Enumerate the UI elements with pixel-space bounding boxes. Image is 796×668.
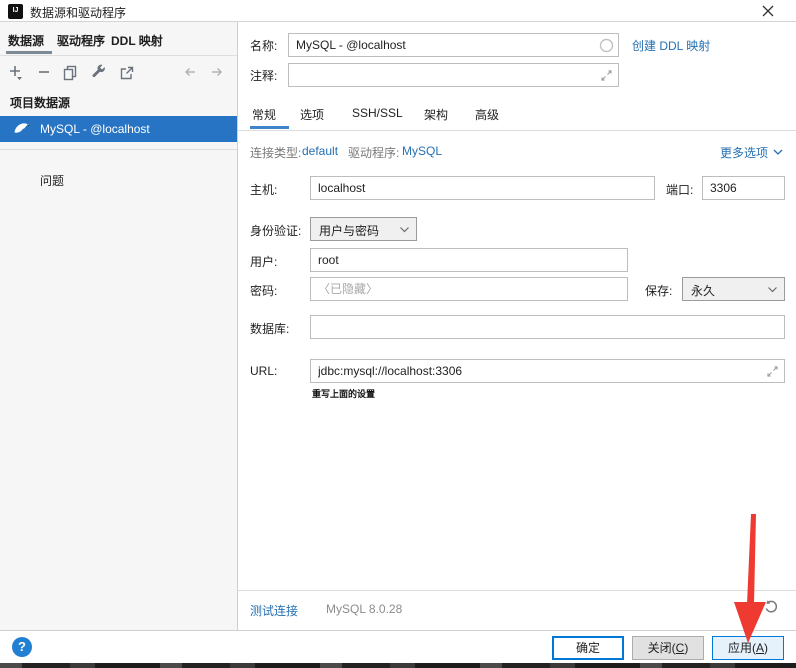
revert-icon[interactable] bbox=[763, 598, 780, 615]
tab-ddl-mappings[interactable]: DDL 映射 bbox=[111, 32, 163, 49]
comment-field-wrap bbox=[288, 63, 619, 87]
url-field-wrap bbox=[310, 359, 785, 383]
close-button-text: 关闭( bbox=[647, 641, 676, 655]
url-override-hint: 重写上面的设置 bbox=[312, 389, 376, 399]
chevron-down-icon bbox=[767, 285, 778, 294]
apply-button[interactable]: 应用(A) bbox=[712, 636, 784, 660]
tab-data-sources[interactable]: 数据源 bbox=[8, 32, 44, 49]
database-input[interactable] bbox=[311, 316, 784, 338]
host-field-wrap bbox=[310, 176, 655, 200]
tree-item-problems[interactable]: 问题 bbox=[40, 172, 64, 189]
port-field-wrap bbox=[702, 176, 785, 200]
driver-value[interactable]: MySQL bbox=[402, 144, 442, 158]
tree-item-mysql-localhost[interactable]: MySQL - @localhost bbox=[0, 116, 237, 142]
chevron-down-icon bbox=[399, 225, 410, 234]
name-field-wrap bbox=[288, 33, 619, 57]
remove-icon[interactable] bbox=[36, 64, 54, 82]
window-title: 数据源和驱动程序 bbox=[30, 6, 127, 20]
authentication-select[interactable]: 用户与密码 bbox=[310, 217, 417, 241]
selected-form-tab-underline bbox=[250, 126, 289, 129]
export-icon[interactable] bbox=[118, 64, 136, 82]
chevron-down-icon[interactable] bbox=[772, 147, 784, 157]
url-label: URL: bbox=[250, 364, 278, 378]
host-input[interactable] bbox=[311, 177, 654, 199]
form-tab-divider bbox=[238, 130, 796, 131]
tab-schemas[interactable]: 架构 bbox=[424, 106, 448, 123]
user-field-wrap bbox=[310, 248, 628, 272]
driver-label: 驱动程序: bbox=[348, 146, 400, 160]
url-input[interactable] bbox=[311, 360, 784, 382]
tab-strip-divider bbox=[0, 55, 237, 56]
tab-general[interactable]: 常规 bbox=[252, 106, 276, 123]
save-select[interactable]: 永久 bbox=[682, 277, 785, 301]
help-icon[interactable]: ? bbox=[12, 637, 32, 657]
loading-circle-icon bbox=[599, 38, 614, 53]
ok-button[interactable]: 确定 bbox=[552, 636, 624, 660]
duplicate-icon[interactable] bbox=[62, 64, 80, 82]
expand-icon[interactable] bbox=[765, 364, 780, 379]
close-button-text: ) bbox=[684, 641, 689, 655]
authentication-value: 用户与密码 bbox=[319, 224, 380, 238]
password-label: 密码: bbox=[250, 284, 278, 298]
selected-tab-underline bbox=[6, 51, 52, 54]
authentication-label: 身份验证: bbox=[250, 224, 302, 238]
tree-item-label: MySQL - @localhost bbox=[40, 122, 150, 136]
host-label: 主机: bbox=[250, 183, 278, 197]
port-input[interactable] bbox=[703, 177, 784, 199]
tab-drivers[interactable]: 驱动程序 bbox=[57, 32, 105, 49]
user-label: 用户: bbox=[250, 255, 278, 269]
driver-version-text: MySQL 8.0.28 bbox=[326, 602, 403, 616]
tree-divider bbox=[0, 149, 237, 150]
close-icon[interactable] bbox=[758, 2, 778, 20]
status-divider bbox=[238, 590, 796, 591]
more-options-link[interactable]: 更多选项 bbox=[720, 144, 768, 161]
apply-button-text: ) bbox=[764, 641, 768, 655]
settings-panel: 名称: 创建 DDL 映射 注释: 常规 选项 SSH/SSL 架构 高级 连接… bbox=[238, 22, 796, 630]
password-field-wrap bbox=[310, 277, 628, 301]
save-value: 永久 bbox=[691, 284, 716, 298]
project-data-sources-header: 项目数据源 bbox=[10, 96, 71, 110]
comment-input[interactable] bbox=[289, 64, 618, 86]
apply-button-text: 应用( bbox=[727, 641, 756, 655]
tab-options[interactable]: 选项 bbox=[300, 106, 324, 123]
database-field-wrap bbox=[310, 315, 785, 339]
forward-arrow-icon[interactable] bbox=[208, 64, 226, 82]
expand-icon[interactable] bbox=[599, 68, 614, 83]
connection-type-value[interactable]: default bbox=[302, 144, 338, 158]
connection-type-label: 连接类型: bbox=[250, 146, 302, 160]
title-bar: IJ 数据源和驱动程序 bbox=[0, 0, 796, 22]
back-arrow-icon[interactable] bbox=[182, 64, 200, 82]
name-input[interactable] bbox=[289, 34, 618, 56]
apply-button-mnemonic: A bbox=[755, 641, 764, 655]
comment-label: 注释: bbox=[250, 69, 278, 83]
left-panel: 数据源 驱动程序 DDL 映射 项目数据源 MySQL - @localhost… bbox=[0, 22, 237, 630]
port-label: 端口: bbox=[666, 183, 694, 197]
user-input[interactable] bbox=[311, 249, 627, 271]
intellij-logo-icon: IJ bbox=[8, 4, 23, 19]
close-button[interactable]: 关闭(C) bbox=[632, 636, 704, 660]
name-label: 名称: bbox=[250, 39, 278, 53]
tab-advanced[interactable]: 高级 bbox=[475, 106, 499, 123]
dialog-footer: ? 确定 关闭(C) 应用(A) bbox=[0, 630, 796, 663]
add-icon[interactable] bbox=[8, 64, 26, 82]
save-label: 保存: bbox=[645, 284, 673, 298]
wrench-icon[interactable] bbox=[90, 64, 108, 82]
test-connection-link[interactable]: 测试连接 bbox=[250, 602, 298, 619]
database-label: 数据库: bbox=[250, 322, 290, 336]
password-input[interactable] bbox=[311, 278, 627, 300]
create-ddl-mapping-link[interactable]: 创建 DDL 映射 bbox=[632, 37, 710, 54]
tab-ssh-ssl[interactable]: SSH/SSL bbox=[352, 106, 403, 120]
mysql-dolphin-icon bbox=[13, 120, 31, 138]
background-window-strip bbox=[0, 663, 796, 668]
